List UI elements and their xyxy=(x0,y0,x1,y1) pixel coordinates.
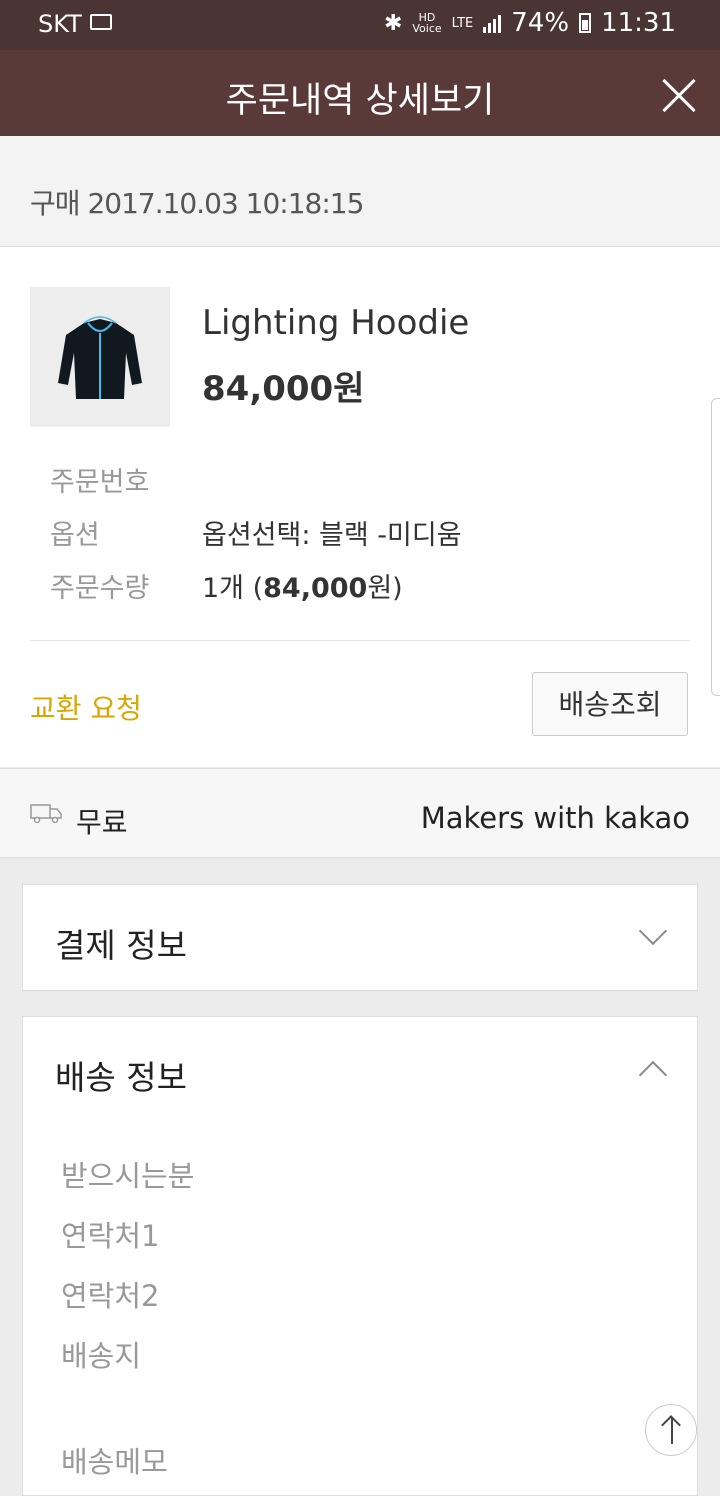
order-number-label: 주문번호 xyxy=(50,467,150,498)
quantity-suffix: 원) xyxy=(367,573,403,604)
purchase-datetime: 구매 2017.10.03 10:18:15 xyxy=(30,182,364,222)
product-thumbnail[interactable] xyxy=(30,287,170,427)
purchase-datetime-value: 2017.10.03 10:18:15 xyxy=(87,187,364,220)
app-header: 주문내역 상세보기 xyxy=(0,50,720,136)
seller-name: Makers with kakao xyxy=(420,801,690,835)
payment-info-title: 결제 정보 xyxy=(55,926,187,965)
signal-icon xyxy=(483,13,502,33)
arrow-up-icon xyxy=(671,1418,673,1444)
delivery-info-title: 배송 정보 xyxy=(55,1058,187,1097)
quantity-value: 1개 (84,000원) xyxy=(202,573,403,604)
clock: 11:31 xyxy=(601,8,676,38)
scroll-to-top-button[interactable] xyxy=(645,1404,697,1456)
quantity-row: 주문수량 1개 (84,000원) xyxy=(50,566,403,605)
quantity-prefix: 1개 ( xyxy=(202,573,264,604)
shipping-fee: 무료 xyxy=(76,806,128,839)
battery-icon xyxy=(579,13,592,33)
exchange-request-link[interactable]: 교환 요청 xyxy=(30,687,142,727)
memo-label: 배송메모 xyxy=(61,1445,168,1479)
track-delivery-button[interactable]: 배송조회 xyxy=(532,672,688,736)
address-label: 배송지 xyxy=(61,1339,142,1373)
status-icons: ✱ HD Voice LTE 74% 11:31 xyxy=(384,8,676,38)
truck-icon xyxy=(30,804,62,823)
envelope-icon xyxy=(90,14,112,30)
purchase-info-bar: 구매 2017.10.03 10:18:15 xyxy=(0,136,720,247)
bluetooth-icon: ✱ xyxy=(383,10,403,36)
shipping-fee-bar: 무료 Makers with kakao xyxy=(0,768,720,858)
phone2-label: 연락처2 xyxy=(61,1279,160,1313)
battery-percent: 74% xyxy=(511,8,570,38)
option-label: 옵션 xyxy=(50,520,100,551)
voice-label: Voice xyxy=(412,22,442,35)
quantity-label: 주문수량 xyxy=(50,573,150,604)
divider xyxy=(30,640,690,641)
recipient-label: 받으시는분 xyxy=(61,1159,195,1193)
scroll-handle[interactable] xyxy=(711,398,720,696)
close-icon[interactable] xyxy=(660,76,698,114)
chevron-down-icon[interactable] xyxy=(638,916,668,946)
product-card: Lighting Hoodie 84,000원 주문번호 옵션 옵션선택: 블랙 … xyxy=(0,247,720,767)
hd-voice-icon: HD Voice xyxy=(412,12,441,34)
product-name[interactable]: Lighting Hoodie xyxy=(202,303,469,343)
option-row: 옵션 옵션선택: 블랙 -미디움 xyxy=(50,513,462,552)
order-number-row: 주문번호 xyxy=(50,460,202,499)
page-title: 주문내역 상세보기 xyxy=(225,81,495,121)
quantity-amount: 84,000 xyxy=(263,573,368,604)
phone1-label: 연락처1 xyxy=(61,1219,160,1253)
status-bar: SKT ✱ HD Voice LTE 74% 11:31 xyxy=(0,0,720,50)
option-value: 옵션선택: 블랙 -미디움 xyxy=(202,520,462,551)
hoodie-image xyxy=(58,316,142,399)
chevron-up-icon[interactable] xyxy=(638,1060,668,1090)
lte-icon: LTE xyxy=(451,15,474,31)
product-price: 84,000원 xyxy=(202,369,365,409)
carrier-label: SKT xyxy=(38,10,82,38)
purchase-label: 구매 xyxy=(30,187,81,220)
payment-info-section[interactable]: 결제 정보 xyxy=(22,884,698,991)
delivery-info-section: 배송 정보 받으시는분 연락처1 연락처2 배송지 배송메모 xyxy=(22,1016,698,1496)
